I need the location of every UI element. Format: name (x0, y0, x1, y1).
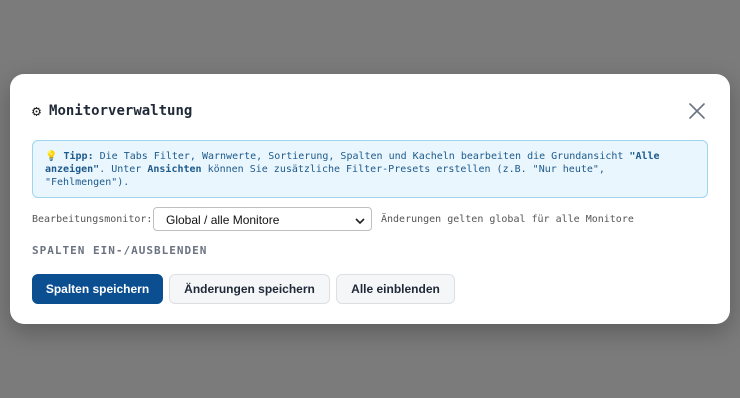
button-row: Spalten speichern Änderungen speichern A… (32, 274, 455, 304)
dialog-header: ⚙ Monitorverwaltung (32, 102, 708, 124)
monitor-select-label: Bearbeitungsmonitor: (32, 214, 153, 225)
close-icon[interactable] (686, 100, 708, 122)
tip-emphasis-views: Ansichten (147, 164, 202, 175)
monitor-management-dialog: ⚙ Monitorverwaltung 💡 Tipp: Die Tabs Fil… (10, 74, 730, 324)
tip-text-1: Die Tabs Filter, Warnwerte, Sortierung, … (93, 151, 630, 162)
tip-label: Tipp: (63, 151, 94, 162)
dialog-title: ⚙ Monitorverwaltung (32, 102, 192, 120)
save-changes-button[interactable]: Änderungen speichern (169, 274, 330, 304)
save-columns-button[interactable]: Spalten speichern (32, 274, 163, 304)
show-all-button[interactable]: Alle einblenden (336, 274, 455, 304)
tip-text-2: . Unter (99, 164, 148, 175)
gear-icon: ⚙ (32, 102, 42, 120)
chevron-down-icon (355, 215, 365, 225)
monitor-hint: Änderungen gelten global für alle Monito… (381, 214, 634, 225)
lightbulb-icon: 💡 (45, 151, 58, 162)
section-title: SPALTEN EIN-/AUSBLENDEN (32, 244, 208, 257)
monitor-select-value: Global / alle Monitore (166, 213, 280, 227)
tip-box: 💡 Tipp: Die Tabs Filter, Warnwerte, Sort… (32, 140, 708, 198)
monitor-row: Bearbeitungsmonitor: Global / alle Monit… (32, 207, 712, 233)
monitor-select[interactable]: Global / alle Monitore (153, 207, 372, 231)
dialog-title-text: Monitorverwaltung (49, 103, 193, 119)
